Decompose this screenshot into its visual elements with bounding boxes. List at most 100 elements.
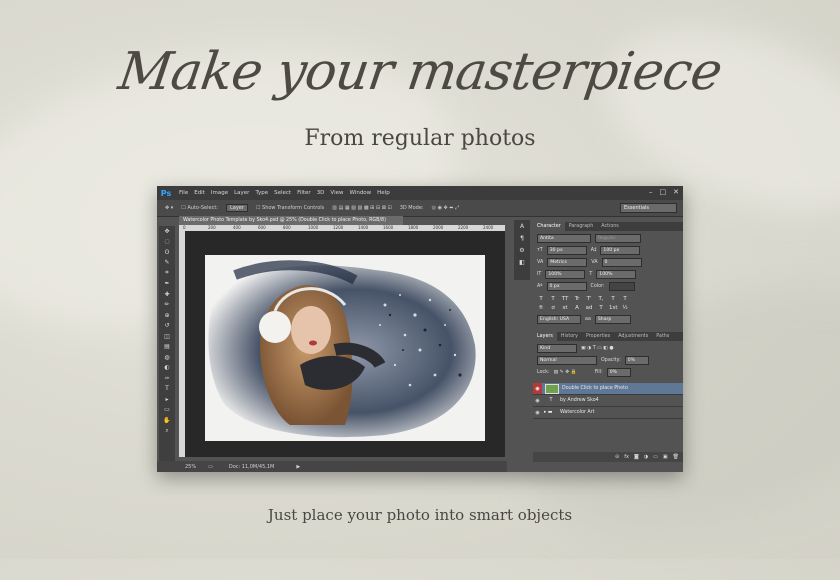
quick-select-tool-icon[interactable]: ✎: [159, 258, 175, 269]
layer-footer-icon[interactable]: fx: [624, 454, 629, 460]
move-tool-icon[interactable]: ✥ ▾: [165, 205, 173, 211]
workspace-dropdown[interactable]: Essentials: [620, 203, 677, 213]
status-arrow-icon[interactable]: ▶: [296, 464, 300, 470]
fill-field[interactable]: 0%: [606, 368, 631, 377]
eraser-tool-icon[interactable]: ◫: [159, 331, 175, 342]
auto-select-target-dropdown[interactable]: Layer: [226, 204, 248, 212]
tab-properties[interactable]: Properties: [582, 334, 614, 339]
type-style-button[interactable]: T: [537, 296, 545, 302]
opentype-button[interactable]: ½: [621, 305, 629, 311]
stamp-tool-icon[interactable]: ⊕: [159, 310, 175, 321]
opentype-button[interactable]: st: [561, 305, 569, 311]
crop-tool-icon[interactable]: ⌗: [159, 268, 175, 279]
dock-panel-icon[interactable]: A: [514, 220, 530, 232]
opentype-button[interactable]: ơ: [549, 305, 557, 311]
visibility-eye-icon[interactable]: ◉: [533, 407, 542, 418]
path-select-tool-icon[interactable]: ▸: [159, 394, 175, 405]
close-icon[interactable]: ✕: [673, 188, 679, 196]
tab-layers[interactable]: Layers: [533, 332, 557, 341]
menu-file[interactable]: File: [179, 190, 188, 196]
layer-row[interactable]: ◉ ▸ ▬ Watercolor Art: [533, 407, 683, 419]
font-family-dropdown[interactable]: Antita: [537, 234, 591, 243]
tab-paths[interactable]: Paths: [652, 334, 673, 339]
document-tab[interactable]: Watercolor Photo Template by Sko4.psd @ …: [179, 216, 403, 225]
baseline-field[interactable]: 0 px: [546, 282, 587, 291]
dock-panel-icon[interactable]: ◧: [514, 256, 530, 268]
document-canvas[interactable]: [205, 255, 485, 441]
maximize-icon[interactable]: □: [660, 188, 667, 196]
lasso-tool-icon[interactable]: ʘ: [159, 247, 175, 258]
blend-mode-dropdown[interactable]: Normal: [537, 356, 597, 365]
align-icons[interactable]: ▥ ▤ ▦ ▧ ▨ ▩ ⊞ ⊟ ⊠ ⊡: [332, 205, 391, 211]
zoom-level[interactable]: 25%: [185, 464, 196, 470]
layer-row[interactable]: ◉ Tby Andrew Sko4: [533, 395, 683, 407]
brush-tool-icon[interactable]: ✏: [159, 300, 175, 311]
filter-icons[interactable]: ▣ ◑ T ▭ ◧ ●: [581, 346, 614, 351]
type-style-button[interactable]: T': [585, 296, 593, 302]
layer-footer-icon[interactable]: ⊝: [615, 454, 619, 460]
layer-footer-icon[interactable]: 🗑: [673, 454, 679, 460]
layer-footer-icon[interactable]: ◑: [644, 454, 648, 460]
menu-3d[interactable]: 3D: [317, 190, 325, 196]
menu-select[interactable]: Select: [274, 190, 291, 196]
opentype-button[interactable]: fi: [537, 305, 545, 311]
opentype-button[interactable]: ad: [585, 305, 593, 311]
tab-history[interactable]: History: [557, 334, 582, 339]
opentype-button[interactable]: T: [597, 305, 605, 311]
visibility-eye-icon[interactable]: ◉: [533, 395, 542, 406]
menu-view[interactable]: View: [330, 190, 343, 196]
type-style-button[interactable]: TT: [561, 296, 569, 302]
type-style-button[interactable]: T: [621, 296, 629, 302]
menu-filter[interactable]: Filter: [297, 190, 311, 196]
tracking-field[interactable]: 0: [601, 258, 642, 267]
tab-character[interactable]: Character: [533, 222, 565, 231]
tab-paragraph[interactable]: Paragraph: [565, 224, 598, 229]
language-dropdown[interactable]: English: USA: [537, 315, 581, 324]
show-transform-checkbox[interactable]: ☐ Show Transform Controls: [256, 205, 324, 211]
opentype-button[interactable]: 1st: [609, 305, 618, 311]
vertical-scale-field[interactable]: 100%: [545, 270, 586, 279]
pen-tool-icon[interactable]: ✑: [159, 373, 175, 384]
kerning-field[interactable]: Metrics: [547, 258, 588, 267]
font-size-field[interactable]: 30 px: [546, 246, 587, 255]
auto-select-checkbox[interactable]: ☐ Auto-Select:: [181, 205, 218, 211]
type-style-button[interactable]: T: [609, 296, 617, 302]
shape-tool-icon[interactable]: ▭: [159, 405, 175, 416]
zoom-tool-icon[interactable]: ⌕: [159, 426, 175, 437]
minimize-icon[interactable]: –: [649, 188, 653, 196]
menu-type[interactable]: Type: [255, 190, 268, 196]
marquee-tool-icon[interactable]: ◌: [159, 237, 175, 248]
menu-image[interactable]: Image: [211, 190, 228, 196]
antialias-dropdown[interactable]: Sharp: [594, 315, 631, 324]
type-tool-icon[interactable]: T: [159, 384, 175, 395]
menu-edit[interactable]: Edit: [194, 190, 205, 196]
layer-footer-icon[interactable]: ▣: [663, 454, 668, 460]
dock-panel-icon[interactable]: ⚙: [514, 244, 530, 256]
canvas-area[interactable]: [185, 231, 505, 457]
layer-row[interactable]: ◉ Double Click to place Photo: [533, 383, 683, 395]
visibility-eye-icon[interactable]: ◉: [533, 383, 542, 394]
layer-kind-filter[interactable]: Kind: [537, 344, 577, 353]
tab-adjustments[interactable]: Adjustments: [614, 334, 652, 339]
mode-3d-icons[interactable]: ◎ ◉ ✥ ⬌ ⤢: [432, 205, 459, 211]
healing-tool-icon[interactable]: ✚: [159, 289, 175, 300]
color-swatch[interactable]: [608, 282, 635, 291]
blur-tool-icon[interactable]: ◍: [159, 352, 175, 363]
menu-window[interactable]: Window: [349, 190, 371, 196]
hand-tool-icon[interactable]: ✋: [159, 415, 175, 426]
dock-panel-icon[interactable]: ¶: [514, 232, 530, 244]
tab-actions[interactable]: Actions: [597, 224, 623, 229]
history-brush-tool-icon[interactable]: ↺: [159, 321, 175, 332]
menu-layer[interactable]: Layer: [234, 190, 249, 196]
opacity-field[interactable]: 0%: [624, 356, 649, 365]
type-style-button[interactable]: T,: [597, 296, 605, 302]
dodge-tool-icon[interactable]: ◐: [159, 363, 175, 374]
move-tool-icon[interactable]: ✥: [159, 226, 175, 237]
lock-icons[interactable]: ▨ ✎ ✥ 🔒: [554, 370, 577, 375]
font-style-dropdown[interactable]: Regular: [595, 234, 641, 243]
layer-footer-icon[interactable]: ◙: [634, 454, 639, 460]
type-style-button[interactable]: T: [549, 296, 557, 302]
menu-help[interactable]: Help: [377, 190, 390, 196]
eyedropper-tool-icon[interactable]: ✒: [159, 279, 175, 290]
opentype-button[interactable]: A: [573, 305, 581, 311]
